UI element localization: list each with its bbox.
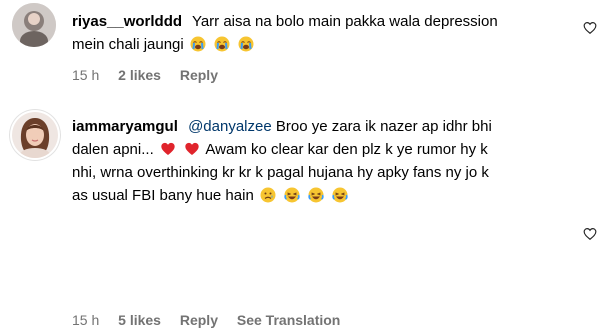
crying-face-icon [238, 36, 254, 52]
crying-face-icon [214, 36, 230, 52]
comment-time[interactable]: 15 h [72, 67, 99, 83]
avatar[interactable] [12, 112, 58, 158]
laughing-face-icon [332, 187, 349, 203]
comment-likes[interactable]: 5 likes [118, 312, 161, 328]
comment-text: Yarr aisa na bolo main pakka wala depres… [191, 13, 498, 30]
comment-body: riyas__worlddd Yarr aisa na bolo main pa… [72, 10, 564, 56]
comment-body: iammaryamgul @danyalzee Broo ye zara ik … [72, 115, 564, 207]
comment-text: as usual FBI bany hue hain [72, 187, 254, 204]
comment-text: Broo ye zara ik nazer ap idhr bhi [275, 118, 492, 135]
mention-link[interactable]: @danyalzee [188, 118, 272, 135]
laughing-face-icon [284, 187, 300, 203]
sad-face-icon [260, 187, 276, 203]
comment-username[interactable]: riyas__worlddd [72, 13, 182, 30]
comment-text: mein chali jaungi [72, 36, 184, 53]
comment-text: nhi, wrna overthinking kr kr k pagal huj… [72, 164, 489, 181]
comment-text: Awam ko clear kar den plz k ye rumor hy … [205, 141, 488, 158]
comment-time[interactable]: 15 h [72, 312, 99, 328]
red-heart-icon [184, 141, 200, 157]
comment-text: dalen apni... [72, 141, 154, 158]
crying-face-icon [190, 36, 206, 52]
comment-username[interactable]: iammaryamgul [72, 118, 178, 135]
comment-item: riyas__worlddd Yarr aisa na bolo main pa… [0, 0, 610, 96]
laughing-face-icon [308, 187, 324, 203]
comment-meta: 15 h 2 likes Reply [72, 67, 233, 83]
avatar[interactable] [12, 3, 56, 47]
comment-likes[interactable]: 2 likes [118, 67, 161, 83]
comment-item: iammaryamgul @danyalzee Broo ye zara ik … [0, 96, 610, 328]
reply-button[interactable]: Reply [180, 312, 218, 328]
see-translation-button[interactable]: See Translation [237, 312, 340, 328]
red-heart-icon [160, 141, 176, 157]
comment-meta: 15 h 5 likes Reply See Translation [72, 312, 355, 328]
like-heart-icon[interactable] [583, 21, 597, 35]
like-heart-icon[interactable] [583, 227, 597, 241]
reply-button[interactable]: Reply [180, 67, 218, 83]
